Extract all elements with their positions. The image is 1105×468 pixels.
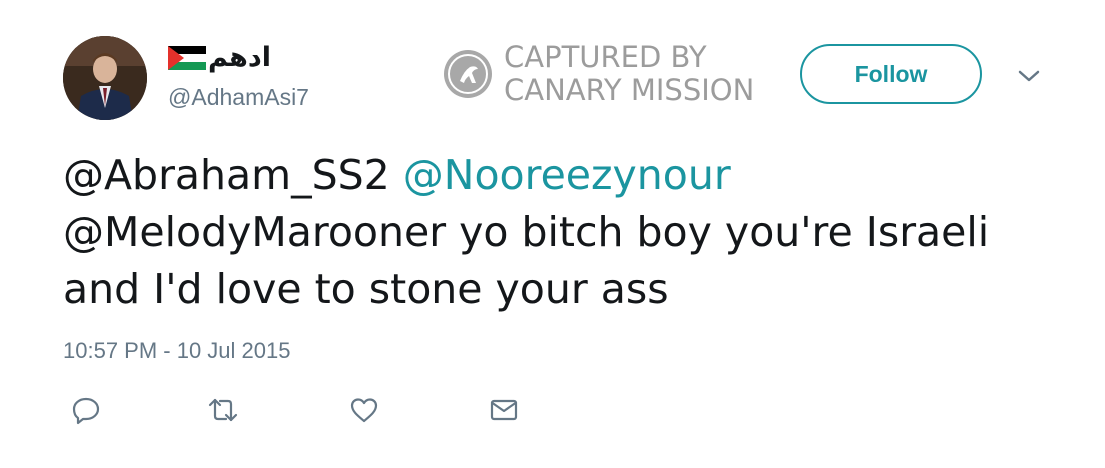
retweet-icon[interactable] [206,394,238,426]
chevron-down-icon[interactable] [1016,66,1042,86]
canary-mission-logo [442,45,494,103]
user-handle[interactable]: @AdhamAsi7 [168,82,309,112]
tweet-text: @Abraham_SS2 @Nooreezynour @MelodyMaroon… [63,147,1073,318]
tweet-actions [70,394,530,428]
heart-icon[interactable] [348,394,380,426]
envelope-icon[interactable] [488,394,520,426]
palestine-flag-icon [168,46,206,70]
canary-mission-watermark: CAPTURED BY CANARY MISSION [442,41,754,107]
watermark-line2: CANARY MISSION [504,73,755,107]
display-name-text: ادهم [208,42,272,73]
tweet-timestamp[interactable]: 10:57 PM - 10 Jul 2015 [63,336,290,366]
follow-button[interactable]: Follow [800,44,982,104]
watermark-line1: CAPTURED BY [504,40,707,74]
tweet-text-line2: @MelodyMarooner yo bitch boy you're Isra… [63,208,990,256]
display-name[interactable]: ادهم [168,40,271,76]
reply-icon[interactable] [70,394,102,426]
mention-abraham[interactable]: @Abraham_SS2 [63,151,403,199]
tweet-text-line3: and I'd love to stone your ass [63,265,669,313]
avatar[interactable] [63,36,147,120]
mention-nooreezynour[interactable]: @Nooreezynour [403,151,731,199]
